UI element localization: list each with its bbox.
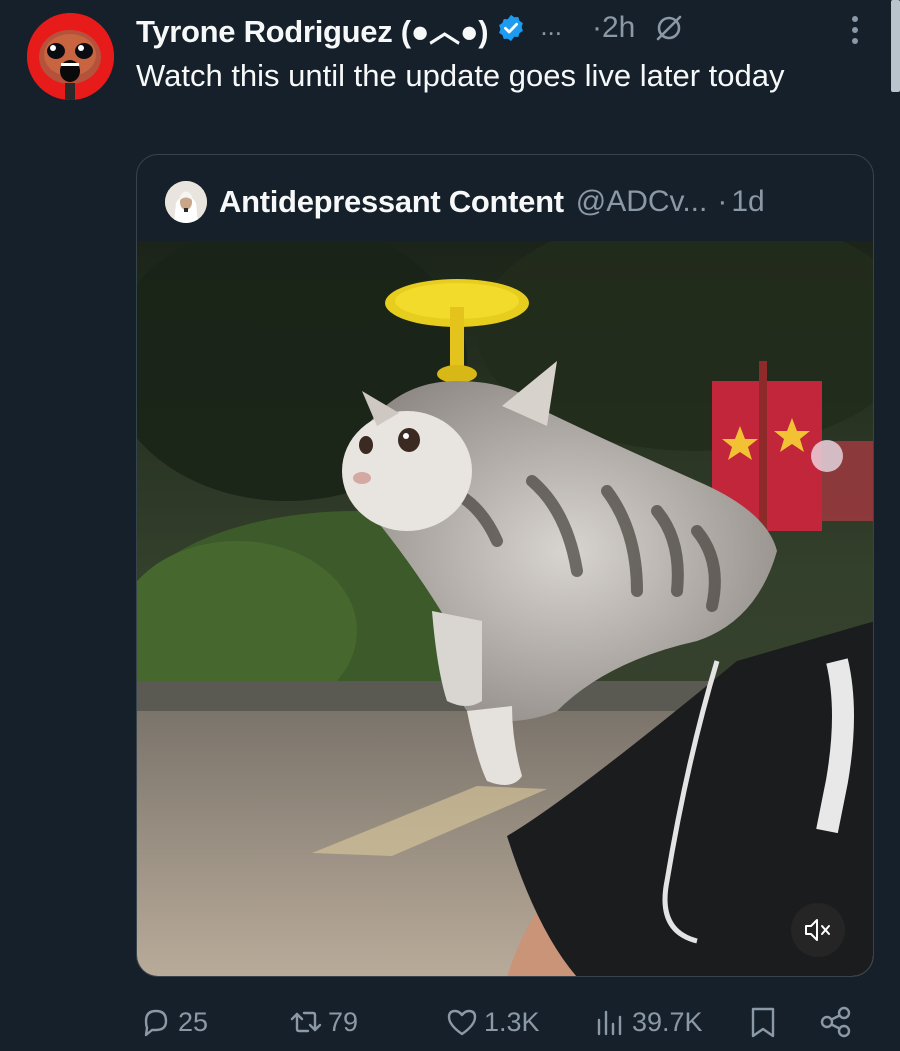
repost-icon [290,1011,322,1033]
tweet-text: Watch this until the update goes live la… [136,58,785,93]
bookmark-button[interactable] [745,1000,781,1044]
mute-conversation-icon [653,12,685,44]
video-frame [137,241,873,976]
author-name[interactable]: Tyrone Rodriguez (●︿●) [136,6,489,51]
tweet-action-bar: 25 79 1.3K 39.7K [0,1000,900,1044]
quoted-tweet-time: 1d [731,185,765,218]
author-avatar[interactable] [27,13,114,100]
quoted-tweet-header: Antidepressant Content @ADCv... · 1d [165,179,765,225]
scrollbar[interactable] [891,0,900,92]
quoted-author-handle: @ADCv... [575,185,708,218]
more-options-button[interactable] [843,10,867,50]
share-icon [820,1006,851,1038]
views-count: 39.7K [632,1006,703,1037]
author-handle[interactable]: ... [540,11,562,42]
reply-button[interactable]: 25 [138,1000,208,1044]
quoted-time-separator: · [717,185,728,218]
like-button[interactable]: 1.3K [444,1000,540,1044]
reply-icon [144,1009,168,1037]
tweet-header: Tyrone Rodriguez (●︿●) ... ·2h [136,6,876,50]
time-separator: · [592,11,602,44]
quoted-author-name: Antidepressant Content [219,184,564,219]
repost-button[interactable]: 79 [288,1000,358,1044]
tweet-time[interactable]: ·2h [592,11,635,45]
volume-muted-icon [805,919,830,941]
tweet-page: Tyrone Rodriguez (●︿●) ... ·2h Watch thi… [0,0,900,1051]
share-button[interactable] [818,1000,854,1044]
views-button[interactable]: 39.7K [592,1000,703,1044]
reply-count: 25 [178,1006,209,1037]
bookmark-icon [751,1007,775,1038]
verified-badge-icon [496,13,526,43]
quoted-author-avatar [165,181,207,223]
volume-toggle-button[interactable] [791,903,845,957]
repost-count: 79 [328,1006,359,1037]
video-player[interactable] [137,241,873,976]
views-icon [597,1010,622,1036]
like-count: 1.3K [484,1006,540,1037]
more-options-icon [852,16,858,44]
avatar-image [27,13,114,100]
quoted-tweet-card[interactable]: Antidepressant Content @ADCv... · 1d [136,154,874,977]
time-value: 2h [602,11,636,44]
heart-icon [447,1009,477,1036]
